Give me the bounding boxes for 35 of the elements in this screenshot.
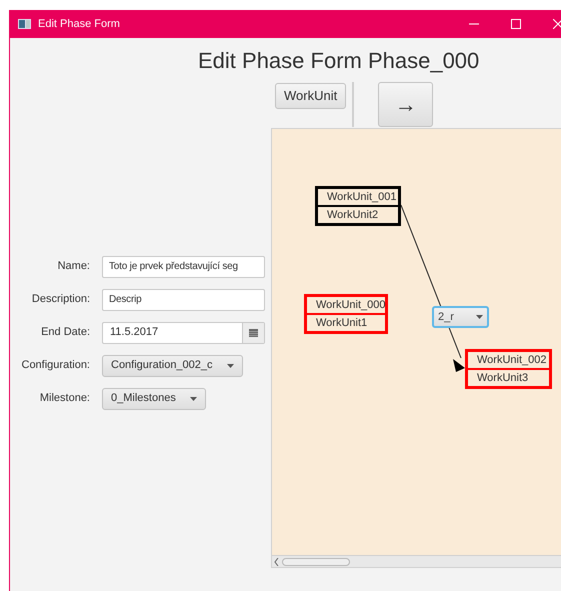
workunit-button[interactable]: WorkUnit (275, 83, 346, 109)
arrow-button[interactable]: → (378, 82, 434, 127)
close-icon[interactable] (553, 19, 561, 29)
window-title: Edit Phase Form (38, 16, 120, 32)
node-title: WorkUnit_000 (315, 298, 385, 313)
work-unit-node[interactable]: WorkUnit_000 WorkUnit1 (304, 294, 388, 334)
field-label: End Date: (40, 325, 90, 340)
date-value: 11.5.2017 (109, 325, 160, 340)
app-icon (18, 19, 31, 29)
caret-icon (476, 315, 483, 319)
work-unit-node[interactable]: WorkUnit_002 WorkUnit3 (465, 349, 552, 389)
small-dropdown[interactable]: 2_r (432, 306, 489, 328)
caret-icon (190, 396, 197, 400)
caret-icon (226, 364, 234, 368)
work-unit-node[interactable]: WorkUnit_001 WorkUnit2 (315, 186, 401, 226)
dropdown[interactable]: 0_Milestones (102, 388, 206, 410)
text-field[interactable]: Descrip (102, 288, 265, 310)
form-heading: Edit Phase Form Phase_000 (198, 47, 480, 75)
maximize-icon[interactable] (511, 19, 521, 29)
scroll-left-icon (274, 558, 279, 566)
field-label: Milestone: (38, 391, 90, 406)
node-title: WorkUnit_001 (326, 190, 398, 205)
field-label: Configuration: (20, 358, 90, 374)
text-field[interactable]: Toto je prvek představující seg (102, 256, 265, 278)
node-name: WorkUnit1 (315, 316, 368, 331)
field-label: Name: (56, 259, 90, 274)
node-name: WorkUnit2 (326, 208, 380, 223)
node-title: WorkUnit_002 (476, 353, 548, 368)
scroll-thumb (282, 558, 350, 566)
dropdown[interactable]: Configuration_002_c (102, 354, 243, 376)
date-field[interactable]: 11.5.2017 (102, 322, 265, 344)
calendar-icon[interactable] (242, 322, 264, 342)
node-name: WorkUnit3 (476, 371, 530, 386)
field-label: Description: (30, 292, 90, 308)
horizontal-scrollbar[interactable] (271, 555, 561, 568)
